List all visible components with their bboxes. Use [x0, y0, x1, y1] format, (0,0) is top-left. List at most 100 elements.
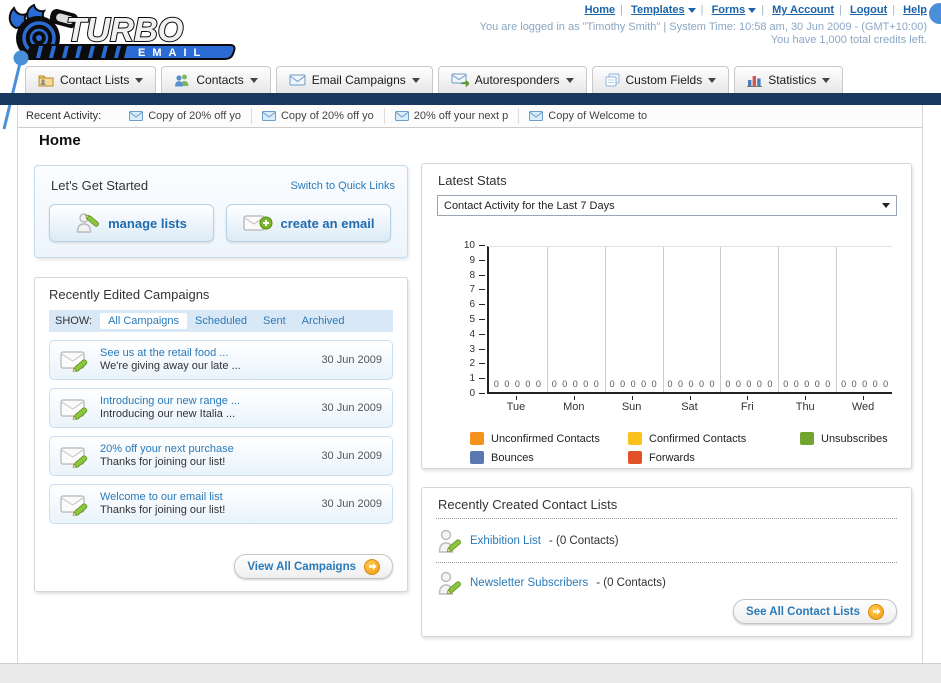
- see-all-contact-lists-button[interactable]: See All Contact Lists: [733, 599, 897, 624]
- x-tick-label: Thu: [795, 401, 815, 413]
- nav-templates[interactable]: Templates: [631, 4, 696, 16]
- nav-my-account[interactable]: My Account: [772, 4, 834, 16]
- y-tick-label: 7: [469, 284, 475, 296]
- campaign-link[interactable]: Introducing our new range ...: [100, 395, 240, 408]
- chart-value-label: 0: [504, 379, 510, 389]
- contact-list-count: - (0 Contacts): [548, 535, 619, 547]
- navy-divider-bar: [0, 93, 941, 105]
- recent-activity-item[interactable]: Copy of 20% off yo: [250, 108, 384, 124]
- nav-logout[interactable]: Logout: [850, 4, 887, 16]
- y-tick-label: 4: [469, 328, 475, 340]
- edit-email-icon: [60, 351, 88, 372]
- edit-email-icon: [60, 399, 88, 420]
- show-label: SHOW:: [55, 315, 93, 327]
- x-tick-label: Tue: [506, 401, 526, 413]
- view-all-campaigns-button[interactable]: View All Campaigns: [234, 554, 393, 579]
- filter-all-campaigns[interactable]: All Campaigns: [100, 313, 187, 329]
- main-nav: Contact Lists Contacts Email Campaigns A…: [25, 66, 844, 93]
- chart-value-label: 0: [699, 379, 705, 389]
- tab-custom-fields[interactable]: Custom Fields: [591, 66, 730, 93]
- y-tick-mark: [479, 259, 485, 261]
- latest-stats-title: Latest Stats: [438, 173, 507, 188]
- tab-statistics[interactable]: Statistics: [734, 66, 844, 93]
- divider: [436, 562, 897, 563]
- y-tick-label: 10: [463, 240, 475, 251]
- x-tick-mark: [631, 396, 633, 400]
- campaign-link[interactable]: See us at the retail food ...: [100, 347, 241, 360]
- legend-label: Confirmed Contacts: [649, 432, 747, 445]
- envelope-icon: [129, 111, 144, 121]
- y-tick-mark: [479, 289, 485, 291]
- legend-item: Forwards: [628, 451, 800, 464]
- campaign-subtitle: Introducing our new Italia ...: [100, 408, 236, 420]
- y-tick-label: 9: [469, 254, 475, 266]
- chevron-down-icon: [249, 77, 258, 83]
- campaign-link[interactable]: 20% off your next purchase: [100, 443, 234, 456]
- email-campaigns-icon: [289, 74, 306, 86]
- chart-value-label: 0: [872, 379, 878, 389]
- chevron-down-icon: [822, 77, 831, 83]
- contact-lists-panel: Recently Created Contact Lists Exhibitio…: [421, 487, 912, 637]
- tab-autoresponders[interactable]: Autoresponders: [437, 66, 587, 93]
- page-footer-strip: [0, 663, 941, 683]
- filter-scheduled[interactable]: Scheduled: [195, 315, 247, 327]
- recent-activity-label: Recent Activity:: [26, 110, 102, 122]
- chevron-down-icon: [565, 77, 574, 83]
- legend-label: Unsubscribes: [821, 432, 888, 445]
- campaign-row[interactable]: Welcome to our email list Thanks for joi…: [49, 484, 393, 524]
- chart-value-label: 0: [551, 379, 557, 389]
- chart-value-label: 0: [767, 379, 773, 389]
- campaign-subtitle: Thanks for joining our list!: [100, 504, 226, 516]
- edit-email-icon: [60, 495, 88, 516]
- x-tick-mark: [747, 396, 749, 400]
- x-tick-label: Sat: [681, 401, 698, 413]
- nav-home[interactable]: Home: [585, 4, 616, 16]
- x-tick-label: Wed: [851, 401, 875, 413]
- legend-swatch: [800, 432, 814, 445]
- tab-email-campaigns[interactable]: Email Campaigns: [275, 66, 433, 93]
- chart-y-axis: 0 1 2 3 4 5 6 7 8 9 10: [432, 240, 487, 399]
- legend-label: Bounces: [491, 451, 534, 464]
- tab-contact-lists[interactable]: Contact Lists: [25, 66, 157, 93]
- create-email-button[interactable]: create an email: [226, 204, 391, 242]
- legend-swatch: [470, 451, 484, 464]
- filter-sent[interactable]: Sent: [263, 315, 286, 327]
- envelope-icon: [529, 111, 544, 121]
- nav-forms[interactable]: Forms: [712, 4, 757, 16]
- manage-lists-button[interactable]: manage lists: [49, 204, 214, 242]
- recent-activity-item[interactable]: Copy of 20% off yo: [119, 108, 251, 124]
- recent-activity-item[interactable]: 20% off your next p: [383, 108, 519, 124]
- edit-contact-icon: [438, 571, 461, 595]
- campaign-row[interactable]: 20% off your next purchase Thanks for jo…: [49, 436, 393, 476]
- chevron-down-icon: [882, 203, 890, 208]
- x-tick-label: Fri: [740, 401, 754, 413]
- legend-label: Unconfirmed Contacts: [491, 432, 600, 445]
- campaign-row[interactable]: Introducing our new range ... Introducin…: [49, 388, 393, 428]
- y-tick-label: 8: [469, 269, 475, 281]
- stats-period-select[interactable]: Contact Activity for the Last 7 Days: [437, 195, 897, 216]
- contact-list-link[interactable]: Newsletter Subscribers: [470, 577, 588, 589]
- y-tick-mark: [479, 393, 485, 394]
- tab-contacts[interactable]: Contacts: [161, 66, 271, 93]
- x-tick-mark: [689, 396, 691, 400]
- campaign-row[interactable]: See us at the retail food ... We're givi…: [49, 340, 393, 380]
- y-tick-mark: [479, 378, 485, 380]
- campaign-link[interactable]: Welcome to our email list: [100, 491, 225, 504]
- chart-value-label: 0: [620, 379, 626, 389]
- recent-activity-item[interactable]: Copy of Welcome to: [518, 108, 657, 124]
- contact-list-count: - (0 Contacts): [596, 577, 666, 589]
- chart-value-label: 0: [493, 379, 499, 389]
- campaign-date: 30 Jun 2009: [321, 498, 382, 510]
- new-email-icon: [242, 215, 273, 231]
- filter-archived[interactable]: Archived: [302, 315, 345, 327]
- chart-value-label: 0: [804, 379, 810, 389]
- arrow-right-icon: [364, 558, 380, 575]
- contact-list-link[interactable]: Exhibition List: [470, 535, 541, 547]
- switch-to-quick-links[interactable]: Switch to Quick Links: [290, 180, 395, 192]
- envelope-icon: [394, 111, 409, 121]
- chart-value-label: 0: [862, 379, 868, 389]
- y-tick-label: 2: [469, 358, 475, 370]
- nav-help[interactable]: Help: [903, 4, 927, 16]
- chart-value-label: 0: [651, 379, 657, 389]
- brand-sub: EMAIL: [138, 47, 207, 59]
